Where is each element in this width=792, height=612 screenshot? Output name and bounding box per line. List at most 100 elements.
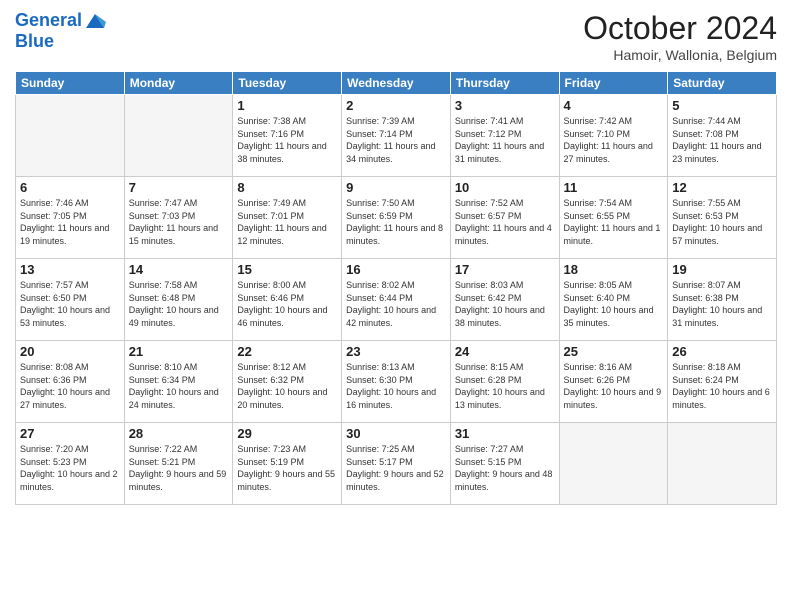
day-info: Sunrise: 7:47 AM Sunset: 7:03 PM Dayligh… (129, 197, 229, 247)
calendar-cell: 28 Sunrise: 7:22 AM Sunset: 5:21 PM Dayli… (124, 423, 233, 505)
day-info: Sunrise: 7:58 AM Sunset: 6:48 PM Dayligh… (129, 279, 229, 329)
day-number: 22 (237, 344, 337, 359)
calendar-cell: 2 Sunrise: 7:39 AM Sunset: 7:14 PM Daylig… (342, 95, 451, 177)
calendar-cell: 11Sunrise: 7:54 AM Sunset: 6:55 PM Dayli… (559, 177, 668, 259)
calendar-cell: 24 Sunrise: 8:15 AM Sunset: 6:28 PM Dayli… (450, 341, 559, 423)
calendar-cell: 31Sunrise: 7:27 AM Sunset: 5:15 PM Dayli… (450, 423, 559, 505)
logo-general: General (15, 10, 82, 30)
day-number: 16 (346, 262, 446, 277)
day-number: 18 (564, 262, 664, 277)
day-info: Sunrise: 7:25 AM Sunset: 5:17 PM Dayligh… (346, 443, 446, 493)
day-number: 7 (129, 180, 229, 195)
day-number: 27 (20, 426, 120, 441)
day-number: 1 (237, 98, 337, 113)
day-number: 6 (20, 180, 120, 195)
calendar-cell: 7 Sunrise: 7:47 AM Sunset: 7:03 PM Daylig… (124, 177, 233, 259)
header: General Blue October 2024 Hamoir, Wallon… (15, 10, 777, 63)
day-number: 10 (455, 180, 555, 195)
day-number: 29 (237, 426, 337, 441)
calendar-cell: 9 Sunrise: 7:50 AM Sunset: 6:59 PM Daylig… (342, 177, 451, 259)
calendar-week-row: 20Sunrise: 8:08 AM Sunset: 6:36 PM Dayli… (16, 341, 777, 423)
day-number: 5 (672, 98, 772, 113)
day-info: Sunrise: 7:54 AM Sunset: 6:55 PM Dayligh… (564, 197, 664, 247)
calendar-cell (16, 95, 125, 177)
calendar-cell: 12 Sunrise: 7:55 AM Sunset: 6:53 PM Dayli… (668, 177, 777, 259)
calendar-cell: 16 Sunrise: 8:02 AM Sunset: 6:44 PM Dayli… (342, 259, 451, 341)
calendar-cell: 17Sunrise: 8:03 AM Sunset: 6:42 PM Dayli… (450, 259, 559, 341)
header-thursday: Thursday (450, 72, 559, 95)
calendar-cell: 8Sunrise: 7:49 AM Sunset: 7:01 PM Daylig… (233, 177, 342, 259)
calendar-cell: 3Sunrise: 7:41 AM Sunset: 7:12 PM Daylig… (450, 95, 559, 177)
day-info: Sunrise: 8:16 AM Sunset: 6:26 PM Dayligh… (564, 361, 664, 411)
weekday-header-row: Sunday Monday Tuesday Wednesday Thursday… (16, 72, 777, 95)
day-info: Sunrise: 8:07 AM Sunset: 6:38 PM Dayligh… (672, 279, 772, 329)
day-info: Sunrise: 7:41 AM Sunset: 7:12 PM Dayligh… (455, 115, 555, 165)
day-info: Sunrise: 7:23 AM Sunset: 5:19 PM Dayligh… (237, 443, 337, 493)
day-info: Sunrise: 7:52 AM Sunset: 6:57 PM Dayligh… (455, 197, 555, 247)
day-number: 9 (346, 180, 446, 195)
header-friday: Friday (559, 72, 668, 95)
day-info: Sunrise: 8:13 AM Sunset: 6:30 PM Dayligh… (346, 361, 446, 411)
header-monday: Monday (124, 72, 233, 95)
day-info: Sunrise: 7:38 AM Sunset: 7:16 PM Dayligh… (237, 115, 337, 165)
calendar-cell: 15 Sunrise: 8:00 AM Sunset: 6:46 PM Dayli… (233, 259, 342, 341)
calendar-cell: 27Sunrise: 7:20 AM Sunset: 5:23 PM Dayli… (16, 423, 125, 505)
day-number: 24 (455, 344, 555, 359)
day-info: Sunrise: 7:22 AM Sunset: 5:21 PM Dayligh… (129, 443, 229, 493)
day-info: Sunrise: 7:39 AM Sunset: 7:14 PM Dayligh… (346, 115, 446, 165)
day-info: Sunrise: 7:55 AM Sunset: 6:53 PM Dayligh… (672, 197, 772, 247)
day-info: Sunrise: 7:50 AM Sunset: 6:59 PM Dayligh… (346, 197, 446, 247)
calendar-cell: 21Sunrise: 8:10 AM Sunset: 6:34 PM Dayli… (124, 341, 233, 423)
title-block: October 2024 Hamoir, Wallonia, Belgium (583, 10, 777, 63)
day-info: Sunrise: 8:08 AM Sunset: 6:36 PM Dayligh… (20, 361, 120, 411)
day-number: 13 (20, 262, 120, 277)
day-number: 31 (455, 426, 555, 441)
day-number: 25 (564, 344, 664, 359)
day-number: 12 (672, 180, 772, 195)
day-number: 2 (346, 98, 446, 113)
calendar-cell: 4Sunrise: 7:42 AM Sunset: 7:10 PM Daylig… (559, 95, 668, 177)
calendar-week-row: 6 Sunrise: 7:46 AM Sunset: 7:05 PM Daylig… (16, 177, 777, 259)
calendar-cell: 14 Sunrise: 7:58 AM Sunset: 6:48 PM Dayli… (124, 259, 233, 341)
day-info: Sunrise: 7:46 AM Sunset: 7:05 PM Dayligh… (20, 197, 120, 247)
calendar-cell: 10 Sunrise: 7:52 AM Sunset: 6:57 PM Dayli… (450, 177, 559, 259)
day-number: 14 (129, 262, 229, 277)
day-info: Sunrise: 7:44 AM Sunset: 7:08 PM Dayligh… (672, 115, 772, 165)
calendar-week-row: 1 Sunrise: 7:38 AM Sunset: 7:16 PM Daylig… (16, 95, 777, 177)
logo-text: General Blue (15, 10, 106, 52)
calendar-cell: 13 Sunrise: 7:57 AM Sunset: 6:50 PM Dayli… (16, 259, 125, 341)
day-info: Sunrise: 8:05 AM Sunset: 6:40 PM Dayligh… (564, 279, 664, 329)
day-info: Sunrise: 7:57 AM Sunset: 6:50 PM Dayligh… (20, 279, 120, 329)
day-number: 15 (237, 262, 337, 277)
calendar-cell: 1 Sunrise: 7:38 AM Sunset: 7:16 PM Daylig… (233, 95, 342, 177)
calendar-cell: 23 Sunrise: 8:13 AM Sunset: 6:30 PM Dayli… (342, 341, 451, 423)
day-info: Sunrise: 7:42 AM Sunset: 7:10 PM Dayligh… (564, 115, 664, 165)
header-sunday: Sunday (16, 72, 125, 95)
calendar-cell: 19 Sunrise: 8:07 AM Sunset: 6:38 PM Dayli… (668, 259, 777, 341)
calendar-cell: 6 Sunrise: 7:46 AM Sunset: 7:05 PM Daylig… (16, 177, 125, 259)
calendar-cell: 5 Sunrise: 7:44 AM Sunset: 7:08 PM Daylig… (668, 95, 777, 177)
day-info: Sunrise: 8:12 AM Sunset: 6:32 PM Dayligh… (237, 361, 337, 411)
day-info: Sunrise: 8:00 AM Sunset: 6:46 PM Dayligh… (237, 279, 337, 329)
day-info: Sunrise: 8:03 AM Sunset: 6:42 PM Dayligh… (455, 279, 555, 329)
calendar-cell: 29 Sunrise: 7:23 AM Sunset: 5:19 PM Dayli… (233, 423, 342, 505)
calendar-cell: 30Sunrise: 7:25 AM Sunset: 5:17 PM Dayli… (342, 423, 451, 505)
logo-blue: Blue (15, 31, 54, 51)
day-number: 19 (672, 262, 772, 277)
calendar-table: Sunday Monday Tuesday Wednesday Thursday… (15, 71, 777, 505)
calendar-cell: 20Sunrise: 8:08 AM Sunset: 6:36 PM Dayli… (16, 341, 125, 423)
day-number: 23 (346, 344, 446, 359)
header-saturday: Saturday (668, 72, 777, 95)
calendar-cell (124, 95, 233, 177)
day-info: Sunrise: 8:02 AM Sunset: 6:44 PM Dayligh… (346, 279, 446, 329)
logo: General Blue (15, 10, 106, 52)
day-info: Sunrise: 8:18 AM Sunset: 6:24 PM Dayligh… (672, 361, 772, 411)
calendar-cell (559, 423, 668, 505)
day-info: Sunrise: 8:15 AM Sunset: 6:28 PM Dayligh… (455, 361, 555, 411)
day-number: 21 (129, 344, 229, 359)
day-info: Sunrise: 7:49 AM Sunset: 7:01 PM Dayligh… (237, 197, 337, 247)
location: Hamoir, Wallonia, Belgium (583, 47, 777, 63)
header-wednesday: Wednesday (342, 72, 451, 95)
logo-icon (84, 10, 106, 32)
day-number: 28 (129, 426, 229, 441)
